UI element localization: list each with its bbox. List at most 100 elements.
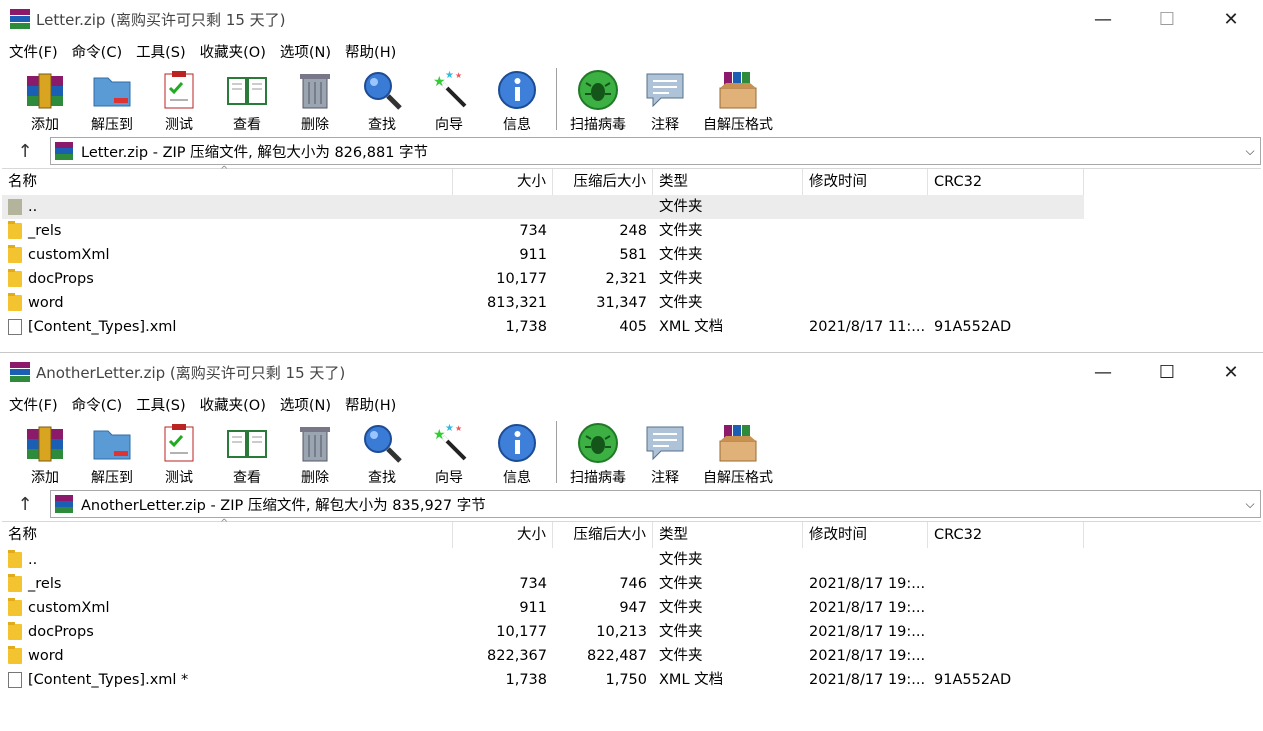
menu-tools[interactable]: 工具(S) — [129, 394, 193, 415]
add-button[interactable]: 添加 — [10, 64, 80, 134]
info-button[interactable]: 信息 — [484, 417, 550, 487]
file-type: 文件夹 — [659, 247, 703, 263]
table-row[interactable]: customXml 911 947 文件夹 2021/8/17 19:... — [2, 596, 1261, 620]
column-header-size[interactable]: 大小 — [453, 169, 553, 195]
comment-button[interactable]: 注释 — [633, 64, 697, 134]
wizard-button[interactable]: ★ ★ ★ 向导 — [414, 64, 484, 134]
extract-to-label: 解压到 — [91, 117, 133, 133]
folder-icon — [8, 646, 22, 664]
find-icon — [364, 72, 402, 110]
sfx-button[interactable]: 自解压格式 — [697, 64, 779, 134]
sort-indicator-icon: ^ — [220, 518, 229, 529]
find-button[interactable]: 查找 — [350, 417, 414, 487]
sfx-button[interactable]: 自解压格式 — [697, 417, 779, 487]
delete-button[interactable]: 删除 — [280, 417, 350, 487]
file-name: word — [28, 648, 64, 664]
up-button[interactable]: ↑ — [0, 134, 50, 168]
table-row[interactable]: _rels 734 248 文件夹 — [2, 219, 1261, 243]
table-row[interactable]: docProps 10,177 2,321 文件夹 — [2, 267, 1261, 291]
menu-options[interactable]: 选项(N) — [273, 41, 338, 62]
column-header-size[interactable]: 大小 — [453, 522, 553, 548]
add-label: 添加 — [31, 470, 59, 486]
chevron-down-icon[interactable]: ⌵ — [1240, 497, 1260, 512]
menu-favorites[interactable]: 收藏夹(O) — [193, 394, 273, 415]
menu-commands[interactable]: 命令(C) — [65, 394, 129, 415]
table-row[interactable]: customXml 911 581 文件夹 — [2, 243, 1261, 267]
menu-options[interactable]: 选项(N) — [273, 394, 338, 415]
view-label: 查看 — [233, 470, 261, 486]
close-button[interactable]: ✕ — [1199, 0, 1263, 38]
menu-file[interactable]: 文件(F) — [2, 41, 65, 62]
add-button[interactable]: 添加 — [10, 417, 80, 487]
svg-text:★: ★ — [433, 74, 446, 90]
view-icon — [227, 430, 267, 458]
maximize-button[interactable]: ☐ — [1135, 0, 1199, 38]
file-type: 文件夹 — [659, 199, 703, 215]
folder-icon — [8, 574, 22, 592]
extract-to-button[interactable]: 解压到 — [80, 64, 144, 134]
column-header-type[interactable]: 类型 — [653, 169, 803, 195]
scan-virus-button[interactable]: 扫描病毒 — [563, 64, 633, 134]
file-type: XML 文档 — [659, 319, 724, 335]
maximize-button[interactable]: ☐ — [1135, 353, 1199, 391]
close-button[interactable]: ✕ — [1199, 353, 1263, 391]
column-header-packed[interactable]: 压缩后大小 — [553, 522, 653, 548]
menu-bar: 文件(F) 命令(C) 工具(S) 收藏夹(O) 选项(N) 帮助(H) — [0, 391, 1263, 417]
column-header-crc[interactable]: CRC32 — [928, 169, 1084, 195]
test-button[interactable]: 测试 — [144, 64, 214, 134]
file-modified — [803, 219, 928, 243]
delete-button[interactable]: 删除 — [280, 64, 350, 134]
file-modified: 2021/8/17 19:... — [809, 600, 926, 616]
table-row[interactable]: .. 文件夹 — [2, 195, 1084, 219]
title-bar: AnotherLetter.zip (离购买许可只剩 15 天了) — ☐ ✕ — [0, 353, 1263, 391]
menu-favorites[interactable]: 收藏夹(O) — [193, 41, 273, 62]
path-combobox[interactable]: AnotherLetter.zip - ZIP 压缩文件, 解包大小为 835,… — [50, 490, 1261, 518]
comment-button[interactable]: 注释 — [633, 417, 697, 487]
wizard-button[interactable]: ★ ★ ★ 向导 — [414, 417, 484, 487]
file-type: 文件夹 — [659, 600, 703, 616]
find-button[interactable]: 查找 — [350, 64, 414, 134]
sfx-icon — [719, 72, 757, 109]
file-crc — [928, 195, 1084, 219]
file-name: customXml — [28, 600, 110, 616]
menu-tools[interactable]: 工具(S) — [129, 41, 193, 62]
menu-commands[interactable]: 命令(C) — [65, 41, 129, 62]
column-header-crc[interactable]: CRC32 — [928, 522, 1084, 548]
table-row[interactable]: word 822,367 822,487 文件夹 2021/8/17 19:..… — [2, 644, 1261, 668]
menu-file[interactable]: 文件(F) — [2, 394, 65, 415]
file-type: 文件夹 — [659, 295, 703, 311]
info-button[interactable]: 信息 — [484, 64, 550, 134]
up-button[interactable]: ↑ — [0, 487, 50, 521]
path-combobox[interactable]: Letter.zip - ZIP 压缩文件, 解包大小为 826,881 字节 … — [50, 137, 1261, 165]
file-size: 10,177 — [496, 271, 547, 287]
file-crc — [928, 572, 1084, 596]
column-header-modified[interactable]: 修改时间 — [803, 522, 928, 548]
delete-label: 删除 — [301, 117, 329, 133]
view-button[interactable]: 查看 — [214, 64, 280, 134]
file-list: ^ 名称 大小 压缩后大小 类型 修改时间 CRC32 .. 文件夹 _rels… — [2, 518, 1261, 692]
delete-label: 删除 — [301, 470, 329, 486]
title-bar: Letter.zip (离购买许可只剩 15 天了) — ☐ ✕ — [0, 0, 1263, 38]
view-button[interactable]: 查看 — [214, 417, 280, 487]
chevron-down-icon[interactable]: ⌵ — [1240, 144, 1260, 159]
table-row[interactable]: [Content_Types].xml * 1,738 1,750 XML 文档… — [2, 668, 1261, 692]
column-header-packed[interactable]: 压缩后大小 — [553, 169, 653, 195]
column-header-modified[interactable]: 修改时间 — [803, 169, 928, 195]
path-bar: ↑ Letter.zip - ZIP 压缩文件, 解包大小为 826,881 字… — [0, 134, 1263, 168]
test-button[interactable]: 测试 — [144, 417, 214, 487]
menu-help[interactable]: 帮助(H) — [338, 394, 403, 415]
menu-help[interactable]: 帮助(H) — [338, 41, 403, 62]
column-header-type[interactable]: 类型 — [653, 522, 803, 548]
table-row[interactable]: docProps 10,177 10,213 文件夹 2021/8/17 19:… — [2, 620, 1261, 644]
extract-to-button[interactable]: 解压到 — [80, 417, 144, 487]
test-label: 测试 — [165, 117, 193, 133]
table-row[interactable]: _rels 734 746 文件夹 2021/8/17 19:... — [2, 572, 1261, 596]
scan-virus-button[interactable]: 扫描病毒 — [563, 417, 633, 487]
table-row[interactable]: word 813,321 31,347 文件夹 — [2, 291, 1261, 315]
table-row[interactable]: [Content_Types].xml 1,738 405 XML 文档 202… — [2, 315, 1261, 339]
minimize-button[interactable]: — — [1071, 0, 1135, 38]
folder-icon — [8, 221, 22, 239]
table-row[interactable]: .. 文件夹 — [2, 548, 1261, 572]
file-name: [Content_Types].xml — [28, 319, 177, 335]
minimize-button[interactable]: — — [1071, 353, 1135, 391]
